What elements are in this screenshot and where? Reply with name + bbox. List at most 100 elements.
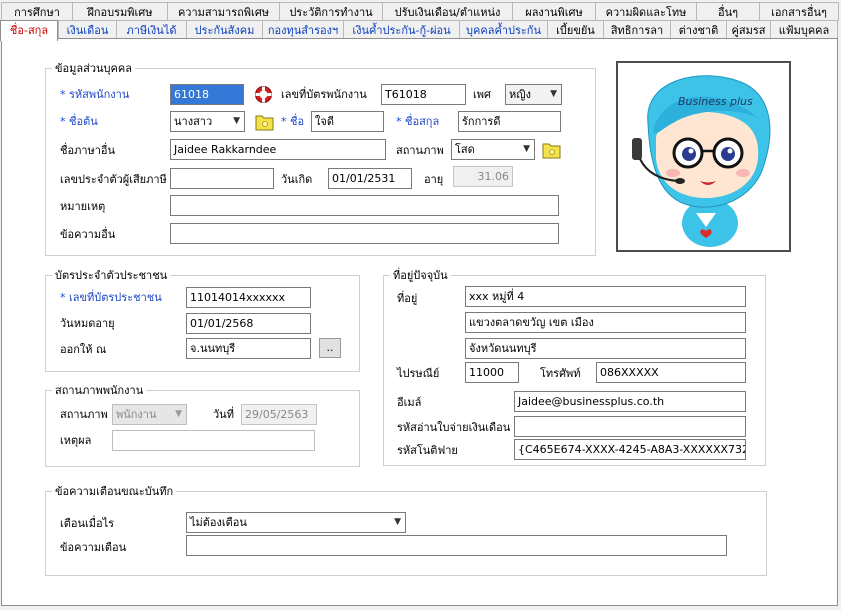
alt-name-label: ชื่อภาษาอื่น: [60, 144, 116, 157]
tab-diligence[interactable]: เบี้ยขยัน: [547, 20, 604, 39]
chevron-down-icon: ▼: [233, 116, 240, 126]
lifebuoy-icon: [255, 86, 272, 103]
prefix-add-button[interactable]: [255, 112, 274, 131]
last-name-label: * ชื่อสกุล: [396, 115, 440, 128]
tab-guarantee-loan[interactable]: เงินค้ำประกัน-กู้-ผ่อน: [343, 20, 460, 39]
notify-code-input[interactable]: {C465E674-XXXX-4245-A8A3-XXXXXX732325}: [514, 439, 746, 460]
chevron-down-icon: ▼: [394, 517, 401, 527]
tab-special-ability[interactable]: ความสามารถพิเศษ: [167, 2, 280, 21]
chevron-down-icon: ▼: [550, 89, 557, 99]
email-input[interactable]: Jaidee@businessplus.co.th: [514, 391, 746, 412]
status-select[interactable]: พนักงาน ▼: [112, 404, 187, 425]
address-legend: ที่อยู่ปัจจุบัน: [393, 269, 448, 282]
tab-spouse[interactable]: คู่สมรส: [726, 20, 771, 39]
payslip-code-label: รหัสอ่านใบจ่ายเงินเดือน: [397, 421, 511, 434]
card-no-input[interactable]: T61018: [381, 84, 466, 105]
mascot-image: Business plus: [632, 75, 771, 247]
prefix-value: นางสาว: [174, 115, 213, 128]
alert-when-value: ไม่ต้องเตือน: [190, 516, 247, 529]
chevron-down-icon: ▼: [523, 144, 530, 154]
tab-special-training[interactable]: ฝึกอบรมพิเศษ: [72, 2, 168, 21]
tab-others[interactable]: อื่นๆ: [696, 2, 760, 21]
tab-row-1: การศึกษา ฝึกอบรมพิเศษ ความสามารถพิเศษ ปร…: [0, 2, 841, 22]
id-number-label: * เลขที่บัตรประชาชน: [60, 291, 162, 304]
status-date-field: 29/05/2563: [241, 404, 317, 425]
tab-leave[interactable]: สิทธิการลา: [603, 20, 671, 39]
phone-input[interactable]: 086XXXXX: [596, 362, 746, 383]
tab-income-tax[interactable]: ภาษีเงินได้: [116, 20, 187, 39]
chevron-down-icon: ▼: [175, 409, 182, 419]
tab-salary-adjust[interactable]: ปรับเงินเดือน/ตำแหน่ง: [382, 2, 513, 21]
tax-id-input[interactable]: [170, 168, 274, 189]
alert-when-label: เตือนเมื่อไร: [60, 517, 115, 530]
tab-row-2: ชื่อ-สกุล เงินเดือน ภาษีเงินได้ ประกันสั…: [0, 20, 841, 41]
employee-photo[interactable]: Business plus: [616, 61, 791, 252]
save-alert-legend: ข้อความเตือนขณะบันทึก: [55, 485, 174, 498]
mascot-brand-label: Business plus: [678, 95, 753, 108]
note-input[interactable]: [170, 195, 559, 216]
save-alert-group: ข้อความเตือนขณะบันทึก: [45, 482, 767, 576]
first-name-label: * ชื่อ: [281, 115, 305, 128]
tab-personal-file[interactable]: แฟ้มบุคคล: [770, 20, 838, 39]
tab-guarantor[interactable]: บุคคลค้ำประกัน: [459, 20, 548, 39]
employee-status-legend: สถานภาพพนักงาน: [55, 384, 144, 397]
card-no-label: เลขที่บัตรพนักงาน: [281, 88, 367, 101]
personal-info-legend: ข้อมูลส่วนบุคคล: [55, 62, 132, 75]
emp-code-lookup-button[interactable]: [254, 85, 273, 104]
emp-code-input[interactable]: 61018: [170, 84, 244, 105]
address-line1-input[interactable]: xxx หมู่ที่ 4: [465, 286, 746, 307]
tab-name[interactable]: ชื่อ-สกุล: [0, 20, 58, 41]
tab-education[interactable]: การศึกษา: [1, 2, 73, 21]
tab-faults[interactable]: ความผิดและโทษ: [595, 2, 697, 21]
gender-value: หญิง: [509, 88, 531, 101]
tab-other-docs[interactable]: เอกสารอื่นๆ: [759, 2, 839, 21]
id-expiry-input[interactable]: 01/01/2568: [186, 313, 311, 334]
id-issued-input[interactable]: จ.นนทบุรี: [186, 338, 311, 359]
alert-when-select[interactable]: ไม่ต้องเตือน ▼: [186, 512, 406, 533]
status-date-label: วันที่: [213, 408, 234, 421]
alert-message-input[interactable]: [186, 535, 727, 556]
alert-message-label: ข้อความเตือน: [60, 541, 127, 554]
reason-input[interactable]: [112, 430, 315, 451]
address-line2-input[interactable]: แขวงตลาดขวัญ เขต เมือง: [465, 312, 746, 333]
tax-id-label: เลขประจำตัวผู้เสียภาษี: [60, 173, 167, 186]
first-name-input[interactable]: ใจดี: [311, 111, 384, 132]
zip-label: ไปรษณีย์: [397, 367, 440, 380]
marital-select[interactable]: โสด ▼: [451, 139, 535, 160]
id-issued-label: ออกให้ ณ: [60, 343, 107, 356]
status-label: สถานภาพ: [60, 408, 108, 421]
tab-social-security[interactable]: ประกันสังคม: [186, 20, 263, 39]
address-line3-input[interactable]: จังหวัดนนทบุรี: [465, 338, 746, 359]
tab-provident-fund[interactable]: กองทุนสำรองฯ: [262, 20, 344, 39]
tab-work-history[interactable]: ประวัติการทำงาน: [279, 2, 383, 21]
prefix-select[interactable]: นางสาว ▼: [170, 111, 245, 132]
emp-code-label: * รหัสพนักงาน: [60, 88, 130, 101]
email-label: อีเมล์: [397, 396, 422, 409]
gender-label: เพศ: [473, 88, 491, 101]
marital-add-button[interactable]: [542, 140, 561, 159]
tab-salary[interactable]: เงินเดือน: [58, 20, 117, 39]
zip-input[interactable]: 11000: [465, 362, 519, 383]
tab-special-work[interactable]: ผลงานพิเศษ: [512, 2, 596, 21]
id-issued-browse-button[interactable]: ..: [319, 338, 341, 358]
folder-icon: [255, 115, 274, 131]
marital-label: สถานภาพ: [396, 144, 444, 157]
gender-select[interactable]: หญิง ▼: [505, 84, 562, 105]
folder-icon: [542, 143, 561, 159]
birth-label: วันเกิด: [281, 173, 313, 186]
other-input[interactable]: [170, 223, 559, 244]
age-label: อายุ: [424, 173, 444, 186]
id-card-legend: บัตรประจำตัวประชาชน: [55, 269, 168, 282]
alt-name-input[interactable]: Jaidee Rakkarndee: [170, 139, 386, 160]
payslip-code-input[interactable]: [514, 416, 746, 437]
birth-input[interactable]: 01/01/2531: [328, 168, 412, 189]
last-name-input[interactable]: รักการดี: [458, 111, 561, 132]
age-field: 31.06: [453, 166, 513, 187]
notify-code-label: รหัสโนติฟาย: [397, 444, 458, 457]
phone-label: โทรศัพท์: [540, 367, 581, 380]
id-number-input[interactable]: 11014014xxxxxx: [186, 287, 311, 308]
reason-label: เหตุผล: [60, 434, 92, 447]
marital-value: โสด: [455, 143, 475, 156]
tab-foreign[interactable]: ต่างชาติ: [670, 20, 727, 39]
status-value: พนักงาน: [116, 408, 157, 421]
